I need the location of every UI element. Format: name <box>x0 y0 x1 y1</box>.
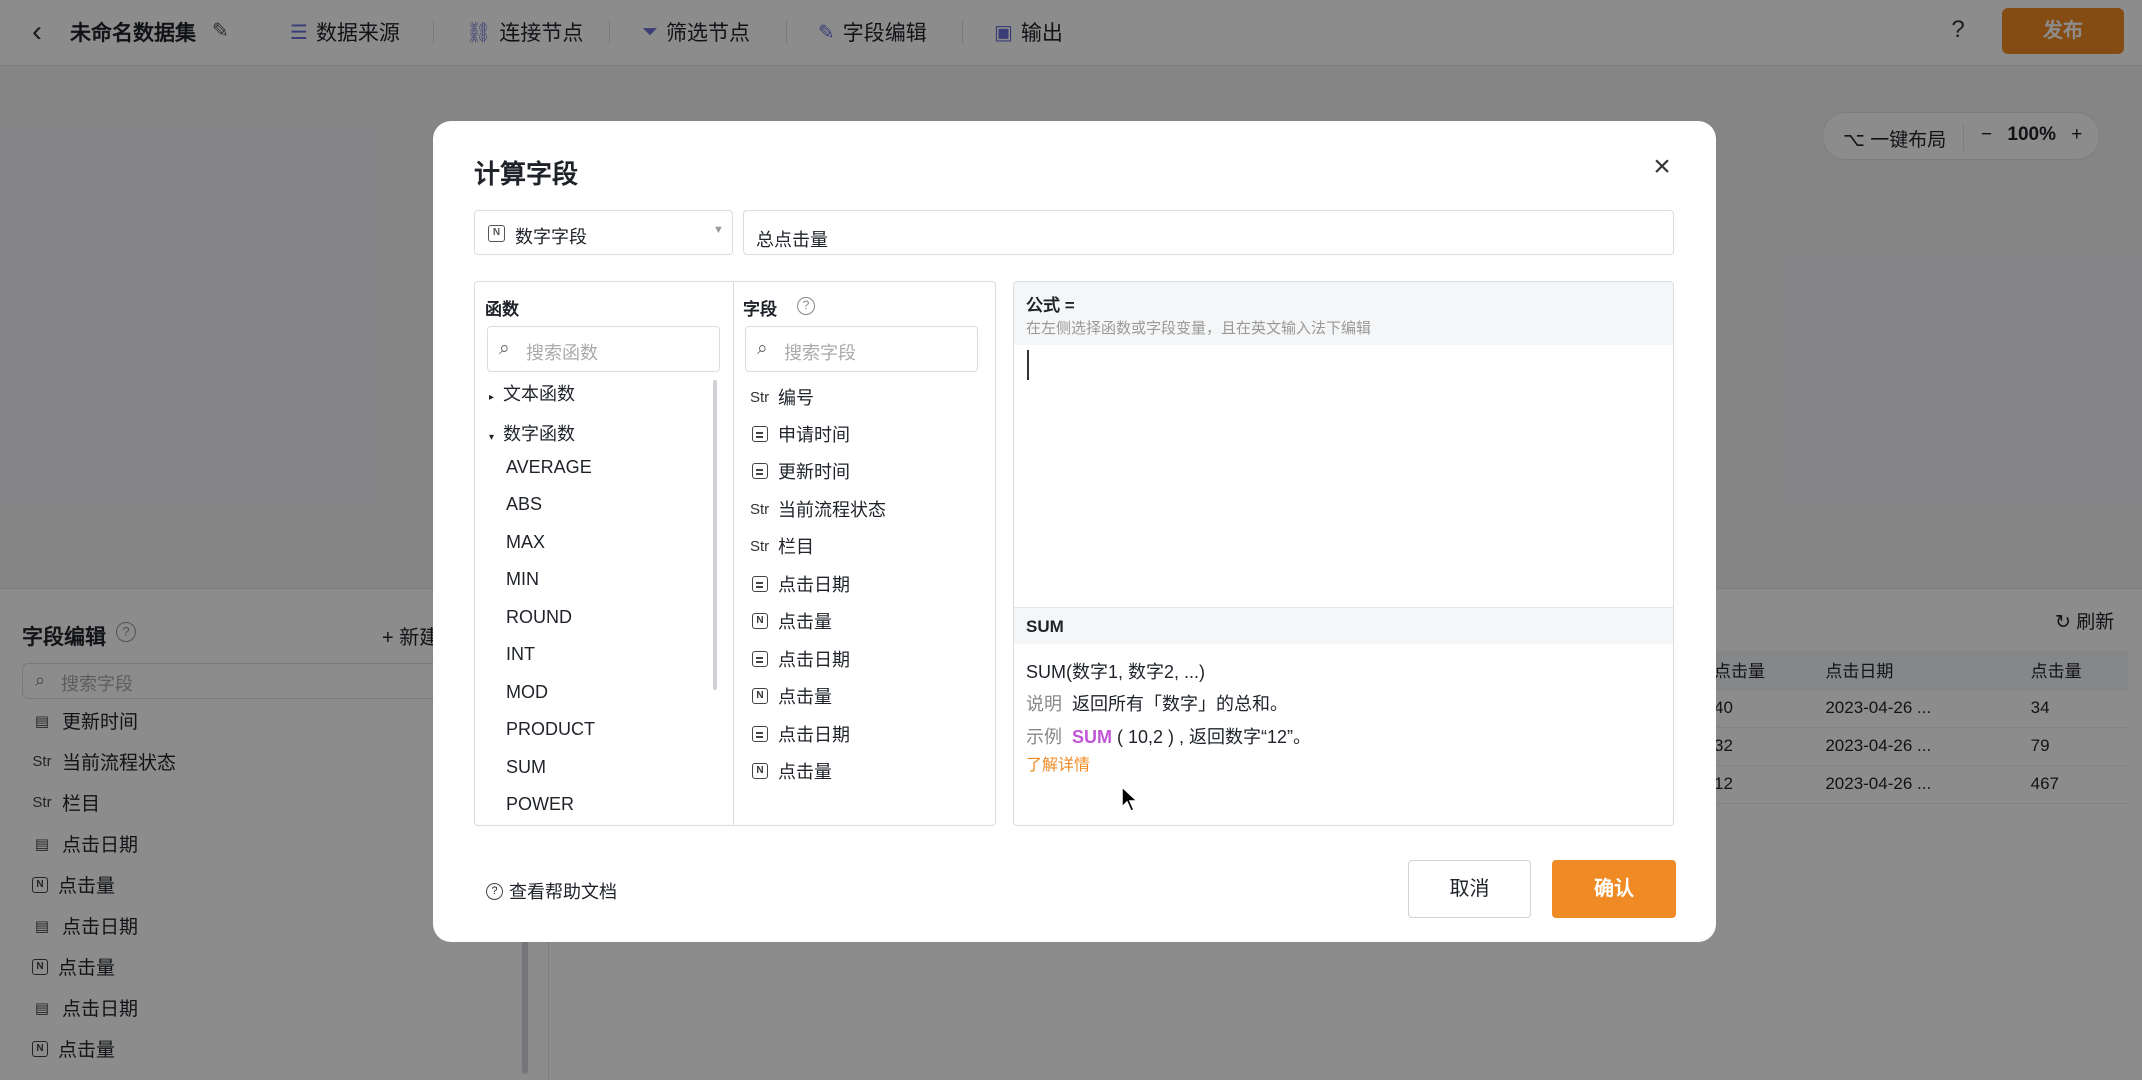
desc-text: 返回所有「数字」的总和。 <box>1072 694 1288 714</box>
function-item[interactable]: ROUND <box>506 607 572 628</box>
desc-label: 说明 <box>1026 694 1062 714</box>
field-type-value: 数字字段 <box>515 227 587 247</box>
function-item[interactable]: ABS <box>506 494 542 515</box>
field-item[interactable]: 点击日期 <box>750 571 850 597</box>
field-label: 点击量 <box>778 612 832 632</box>
field-item[interactable]: N 点击量 <box>750 608 832 634</box>
field-label: 申请时间 <box>778 425 850 445</box>
example-result: , 返回数字“12”。 <box>1179 727 1312 747</box>
close-icon[interactable]: × <box>1647 152 1677 183</box>
search-icon: ⌕ <box>757 338 768 359</box>
cancel-button[interactable]: 取消 <box>1408 860 1531 918</box>
confirm-button[interactable]: 确认 <box>1552 860 1676 918</box>
example-keyword: SUM <box>1072 727 1112 747</box>
field-item[interactable]: Str 当前流程状态 <box>750 496 886 522</box>
field-label: 编号 <box>778 388 814 408</box>
calendar-icon <box>752 463 768 479</box>
field-search-input[interactable]: ⌕ 搜索字段 <box>745 326 978 372</box>
function-item[interactable]: PRODUCT <box>506 719 595 740</box>
function-item[interactable]: POWER <box>506 794 574 815</box>
example-label: 示例 <box>1026 727 1062 747</box>
functions-header: 函数 <box>485 300 519 319</box>
field-item[interactable]: 更新时间 <box>750 458 850 484</box>
number-type-icon: N <box>752 688 768 704</box>
field-label: 点击量 <box>778 687 832 707</box>
function-signature: SUM(数字1, 数字2, ...) <box>1026 662 1206 682</box>
field-label: 更新时间 <box>778 462 850 482</box>
calendar-icon <box>752 426 768 442</box>
example-args: ( 10,2 ) <box>1112 727 1180 747</box>
help-icon[interactable]: ? <box>797 297 815 315</box>
field-label: 当前流程状态 <box>778 500 886 520</box>
mouse-cursor-icon <box>1121 786 1139 812</box>
string-type-icon: Str <box>750 537 770 555</box>
help-docs-label: 查看帮助文档 <box>509 882 617 902</box>
caret-down-icon: ▾ <box>489 432 495 443</box>
question-circle-icon: ? <box>486 882 503 900</box>
search-placeholder: 搜索字段 <box>784 343 856 363</box>
function-group-number[interactable]: ▾ 数字函数 <box>489 420 575 446</box>
string-type-icon: Str <box>750 388 770 406</box>
function-item[interactable]: INT <box>506 644 535 665</box>
field-type-select[interactable]: N 数字字段 ▼ <box>474 210 733 255</box>
learn-more-link[interactable]: 了解详情 <box>1026 751 1090 775</box>
calendar-icon <box>752 576 768 592</box>
function-item[interactable]: MOD <box>506 682 548 703</box>
search-placeholder: 搜索函数 <box>526 343 598 363</box>
function-example: 示例 SUM ( 10,2 ) , 返回数字“12”。 <box>1026 723 1311 749</box>
fields-header: 字段 <box>743 300 777 319</box>
group-label: 数字函数 <box>503 424 575 444</box>
help-docs-link[interactable]: ? 查看帮助文档 <box>486 878 617 904</box>
field-item[interactable]: N 点击量 <box>750 683 832 709</box>
function-item[interactable]: MIN <box>506 569 539 590</box>
divider <box>733 282 734 825</box>
formula-panel: 公式 = 在左侧选择函数或字段变量，且在英文输入法下编辑 SUM SUM(数字1… <box>1013 281 1674 826</box>
function-group-text[interactable]: ▸ 文本函数 <box>489 380 575 406</box>
field-name-input[interactable] <box>743 210 1674 255</box>
field-label: 栏目 <box>778 537 814 557</box>
field-label: 点击日期 <box>778 650 850 670</box>
field-label: 点击日期 <box>778 575 850 595</box>
string-type-icon: Str <box>750 500 770 518</box>
formula-hint: 在左侧选择函数或字段变量，且在英文输入法下编辑 <box>1026 320 1372 337</box>
field-item[interactable]: N 点击量 <box>750 758 832 784</box>
field-label: 点击日期 <box>778 725 850 745</box>
chevron-down-icon: ▼ <box>713 224 724 236</box>
calendar-icon <box>752 726 768 742</box>
number-type-icon: N <box>488 225 505 242</box>
caret-right-icon: ▸ <box>489 392 495 403</box>
field-item[interactable]: 点击日期 <box>750 646 850 672</box>
function-item[interactable]: SUM <box>506 757 546 778</box>
function-item[interactable]: AVERAGE <box>506 457 592 478</box>
function-field-picker: 函数 ⌕ 搜索函数 ▸ 文本函数 ▾ 数字函数 AVERAGE ABS MAX MI… <box>474 281 996 826</box>
calculated-field-dialog: 计算字段 × N 数字字段 ▼ 函数 ⌕ 搜索函数 ▸ 文本函数 ▾ 数字函数 AV… <box>433 121 1716 942</box>
calendar-icon <box>752 651 768 667</box>
field-item[interactable]: Str 栏目 <box>750 533 814 559</box>
group-label: 文本函数 <box>503 384 575 404</box>
scrollbar[interactable] <box>713 380 717 690</box>
number-type-icon: N <box>752 613 768 629</box>
search-icon: ⌕ <box>499 338 510 359</box>
field-item[interactable]: 申请时间 <box>750 421 850 447</box>
function-doc-title: SUM <box>1014 607 1673 644</box>
dialog-title: 计算字段 <box>474 159 579 189</box>
function-description: 说明 返回所有「数字」的总和。 <box>1026 690 1288 716</box>
field-item[interactable]: Str 编号 <box>750 384 814 410</box>
field-label: 点击量 <box>778 762 832 782</box>
formula-editor[interactable] <box>1014 345 1673 607</box>
function-item[interactable]: MAX <box>506 532 545 553</box>
function-search-input[interactable]: ⌕ 搜索函数 <box>487 326 720 372</box>
formula-header: 公式 = 在左侧选择函数或字段变量，且在英文输入法下编辑 <box>1014 282 1673 345</box>
number-type-icon: N <box>752 763 768 779</box>
field-item[interactable]: 点击日期 <box>750 721 850 747</box>
text-cursor <box>1027 350 1029 380</box>
formula-label: 公式 = <box>1026 296 1075 315</box>
